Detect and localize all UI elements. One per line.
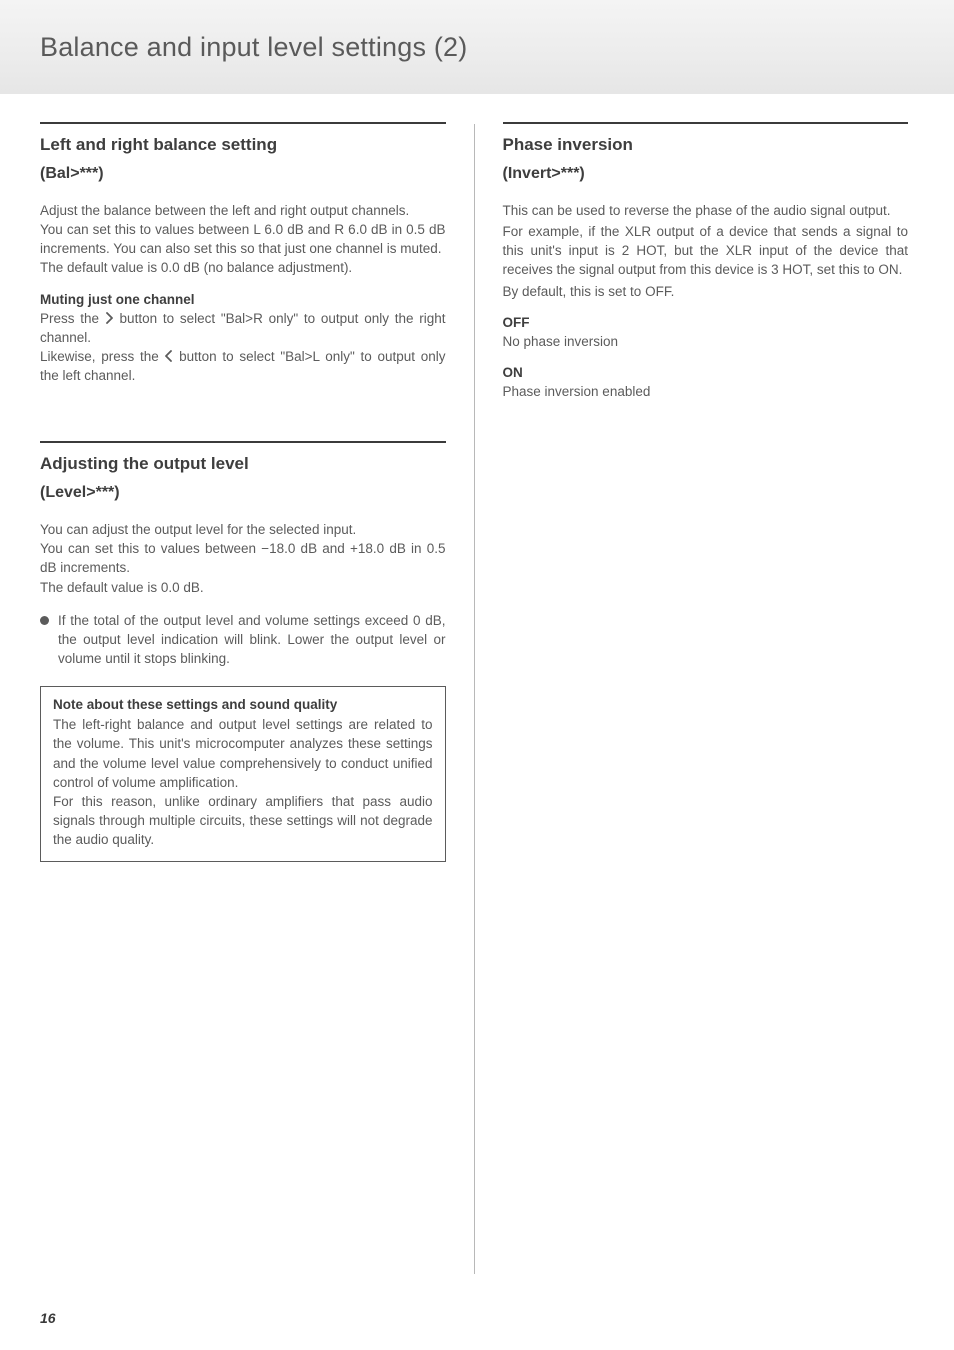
section-rule — [40, 122, 446, 124]
chevron-right-icon — [105, 312, 114, 324]
right-column: Phase inversion (Invert>***) This can be… — [503, 122, 909, 1274]
paragraph: This can be used to reverse the phase of… — [503, 201, 909, 220]
bullet-item: If the total of the output level and vol… — [40, 611, 446, 668]
label-off: OFF — [503, 315, 909, 330]
section-heading-phase: Phase inversion — [503, 134, 909, 157]
section-level: Adjusting the output level (Level>***) Y… — [40, 441, 446, 862]
paragraph: Likewise, press the button to select "Ba… — [40, 347, 446, 385]
paragraph: Phase inversion enabled — [503, 382, 909, 401]
paragraph: The default value is 0.0 dB. — [40, 578, 446, 597]
section-rule — [503, 122, 909, 124]
page-number: 16 — [40, 1310, 56, 1326]
page-title: Balance and input level settings (2) — [40, 32, 467, 63]
section-subheading-balance: (Bal>***) — [40, 165, 446, 183]
paragraph: You can set this to values between L 6.0… — [40, 220, 446, 258]
section-heading-balance: Left and right balance setting — [40, 134, 446, 157]
section-subheading-phase: (Invert>***) — [503, 165, 909, 183]
section-heading-level: Adjusting the output level — [40, 453, 446, 476]
label-on: ON — [503, 365, 909, 380]
column-divider — [474, 124, 475, 1274]
paragraph: Press the button to select "Bal>R only" … — [40, 309, 446, 347]
section-phase: Phase inversion (Invert>***) This can be… — [503, 122, 909, 401]
paragraph: For this reason, unlike ordinary amplifi… — [53, 792, 433, 849]
paragraph: By default, this is set to OFF. — [503, 282, 909, 301]
section-subheading-level: (Level>***) — [40, 484, 446, 502]
note-box: Note about these settings and sound qual… — [40, 686, 446, 862]
section-rule — [40, 441, 446, 443]
subheading-muting: Muting just one channel — [40, 292, 446, 307]
paragraph: Adjust the balance between the left and … — [40, 201, 446, 220]
page-body: Left and right balance setting (Bal>***)… — [0, 94, 954, 1274]
paragraph: You can set this to values between −18.0… — [40, 539, 446, 577]
paragraph: No phase inversion — [503, 332, 909, 351]
page-header: Balance and input level settings (2) — [0, 0, 954, 94]
paragraph: The default value is 0.0 dB (no balance … — [40, 258, 446, 277]
paragraph: For example, if the XLR output of a devi… — [503, 222, 909, 279]
paragraph: The left-right balance and output level … — [53, 715, 433, 792]
note-heading: Note about these settings and sound qual… — [53, 697, 433, 712]
section-balance: Left and right balance setting (Bal>***)… — [40, 122, 446, 385]
left-column: Left and right balance setting (Bal>***)… — [40, 122, 446, 1274]
paragraph: You can adjust the output level for the … — [40, 520, 446, 539]
